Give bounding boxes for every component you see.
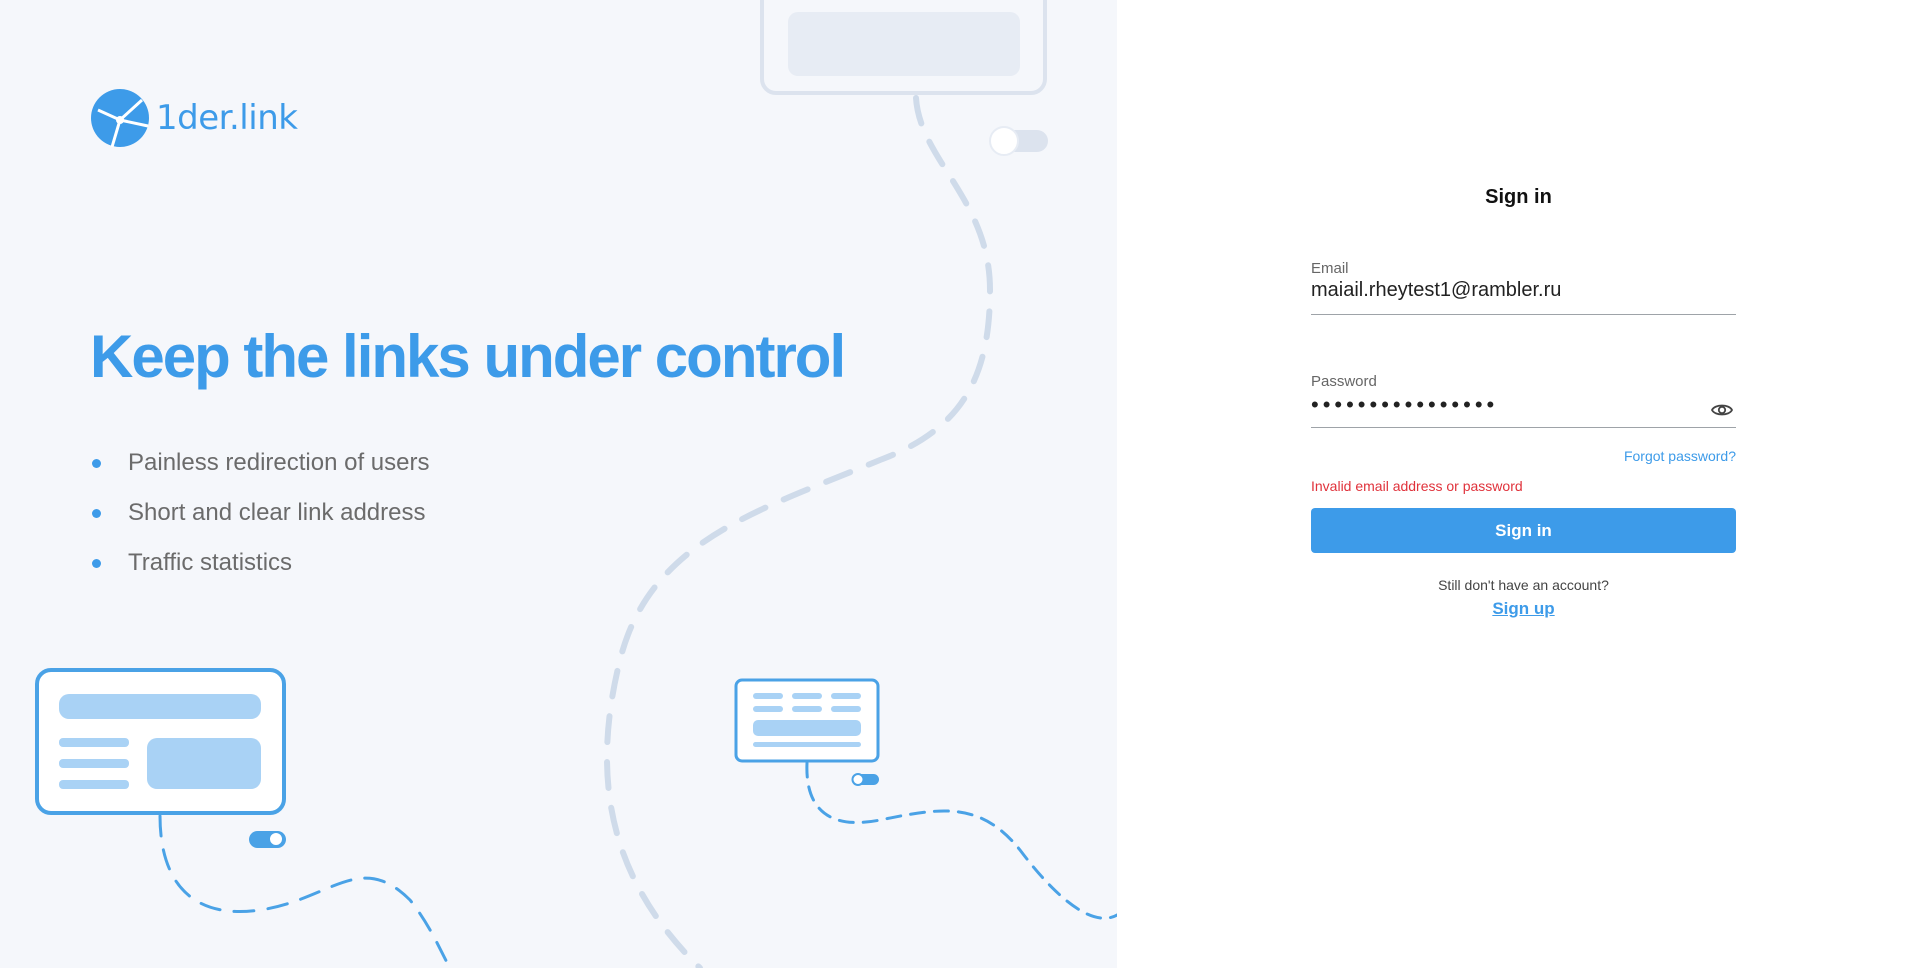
forgot-password-link[interactable]: Forgot password?: [1311, 448, 1736, 464]
signin-form: Email Password Forgot password? Invalid …: [1311, 260, 1736, 619]
globe-link-icon: [91, 89, 149, 148]
promo-panel: 1der.link Keep the links under control P…: [0, 0, 1117, 968]
feature-text: Traffic statistics: [128, 549, 293, 576]
signin-panel: Sign in Email Password Forgot password? …: [1117, 0, 1920, 968]
feature-item: Traffic statistics: [90, 538, 429, 588]
feature-text: Painless redirection of users: [128, 449, 430, 476]
bullet-icon: [92, 458, 101, 468]
signin-title: Sign in: [1485, 186, 1552, 208]
bullet-icon: [92, 508, 101, 518]
brand-logo[interactable]: 1der.link: [90, 88, 298, 148]
password-field-group: Password: [1311, 373, 1736, 428]
feature-item: Painless redirection of users: [90, 438, 429, 488]
no-account-text: Still don't have an account?: [1438, 577, 1609, 593]
feature-list: Painless redirection of users Short and …: [90, 438, 429, 588]
feature-text: Short and clear link address: [128, 499, 426, 526]
brand-name: 1der.link: [156, 98, 298, 138]
bullet-icon: [92, 558, 101, 568]
feature-item: Short and clear link address: [90, 488, 429, 538]
eye-icon[interactable]: [1708, 399, 1736, 421]
signin-button[interactable]: Sign in: [1311, 508, 1736, 553]
email-field-group: Email: [1311, 260, 1736, 315]
password-input[interactable]: [1311, 390, 1701, 423]
hero-headline: Keep the links under control: [90, 323, 846, 390]
email-label: Email: [1311, 260, 1349, 277]
password-label: Password: [1311, 373, 1377, 390]
error-message: Invalid email address or password: [1311, 478, 1523, 494]
email-input[interactable]: [1311, 277, 1736, 307]
signup-link[interactable]: Sign up: [1311, 599, 1736, 619]
